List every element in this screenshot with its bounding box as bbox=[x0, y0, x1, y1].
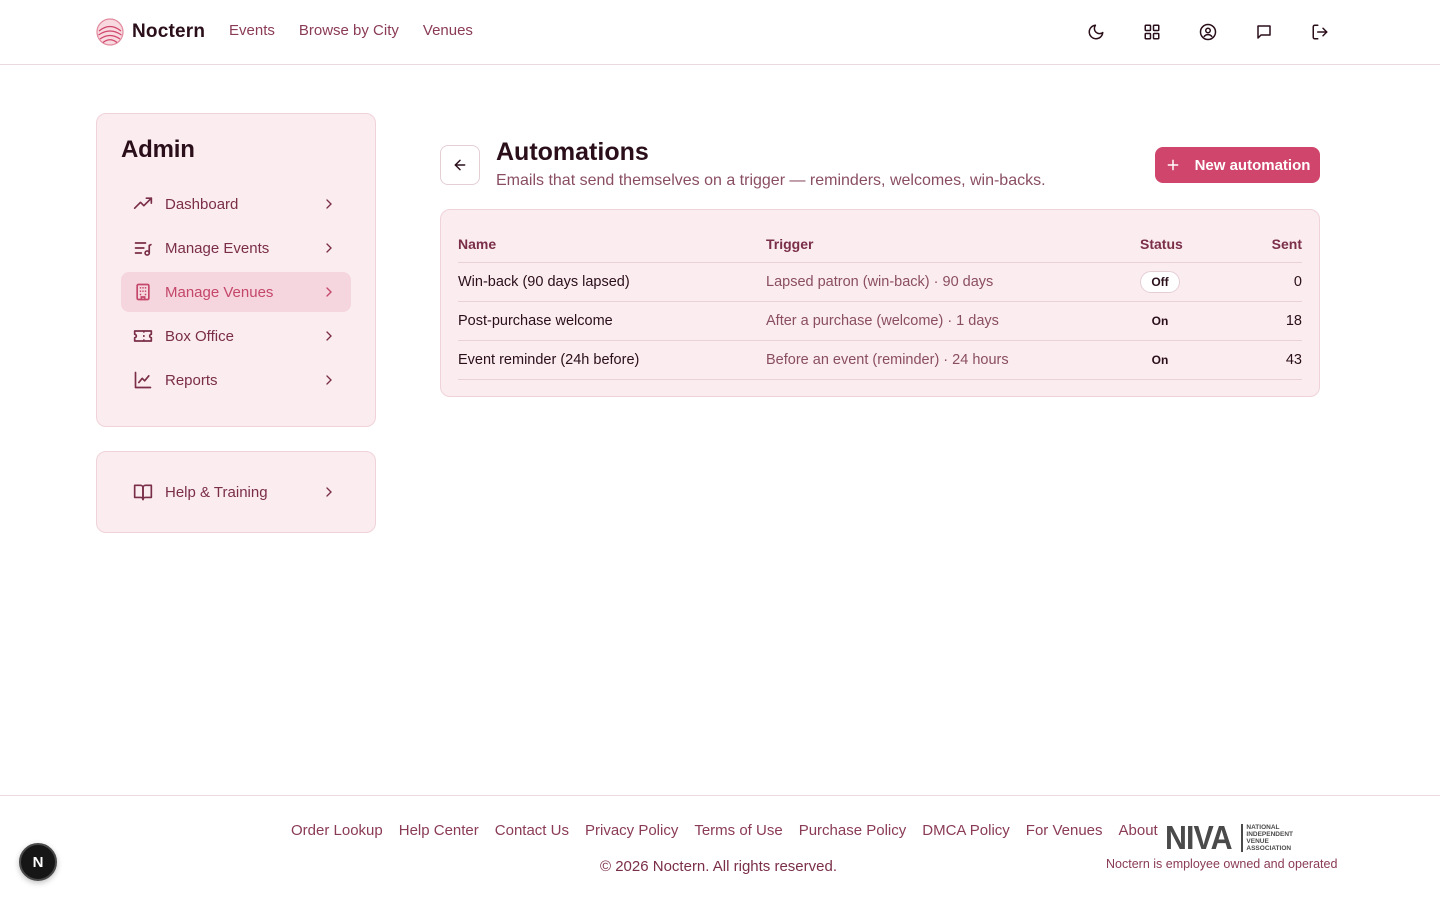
ticket-icon bbox=[133, 330, 153, 342]
help-sidebar: Help & Training bbox=[96, 451, 376, 533]
chevron-right-icon bbox=[326, 287, 332, 297]
niva-logo[interactable]: NIVA NATIONAL INDEPENDENT VENUE ASSOCIAT… bbox=[1165, 819, 1293, 856]
table-header-row: Name Trigger Status Sent bbox=[458, 226, 1302, 263]
chevron-right-icon bbox=[326, 331, 332, 341]
trending-up-icon bbox=[133, 197, 153, 209]
automation-name[interactable]: Win-back (90 days lapsed) bbox=[458, 274, 766, 290]
column-header-status[interactable]: Status bbox=[1140, 236, 1220, 252]
footer-link-purchase-policy[interactable]: Purchase Policy bbox=[799, 822, 907, 839]
copyright: © 2026 Noctern. All rights reserved. bbox=[600, 858, 837, 875]
sidebar-item-label: Box Office bbox=[165, 327, 234, 345]
nav-browse-by-city[interactable]: Browse by City bbox=[299, 22, 399, 39]
footer-link-about[interactable]: About bbox=[1119, 822, 1158, 839]
header-icon-group bbox=[1084, 20, 1332, 44]
automation-name[interactable]: Event reminder (24h before) bbox=[458, 352, 766, 368]
nav-events[interactable]: Events bbox=[229, 22, 275, 39]
building-icon bbox=[136, 283, 150, 301]
footer-link-dmca-policy[interactable]: DMCA Policy bbox=[922, 822, 1010, 839]
niva-logo-text: NATIONAL INDEPENDENT VENUE ASSOCIATION bbox=[1241, 824, 1293, 852]
sidebar-item-manage-events[interactable]: Manage Events bbox=[121, 228, 351, 268]
brand[interactable]: Noctern bbox=[96, 17, 205, 47]
footer-link-contact-us[interactable]: Contact Us bbox=[495, 822, 569, 839]
moon-icon[interactable] bbox=[1084, 20, 1108, 44]
page-title: Automations bbox=[496, 138, 649, 166]
sidebar-item-label: Manage Venues bbox=[165, 283, 274, 301]
fab-label: N bbox=[32, 853, 44, 871]
sidebar-title: Admin bbox=[121, 136, 195, 163]
sent-count: 43 bbox=[1285, 352, 1302, 368]
plus-icon bbox=[1167, 159, 1178, 171]
brand-name: Noctern bbox=[132, 21, 206, 42]
sent-count: 0 bbox=[1293, 274, 1302, 290]
automation-name[interactable]: Post-purchase welcome bbox=[458, 313, 766, 329]
status-badge[interactable]: Off bbox=[1140, 271, 1180, 293]
page-subtitle: Emails that send themselves on a trigger… bbox=[496, 172, 1046, 189]
chevron-right-icon bbox=[326, 487, 332, 497]
footer-link-privacy-policy[interactable]: Privacy Policy bbox=[585, 822, 678, 839]
chart-line-icon bbox=[134, 371, 152, 389]
automation-trigger: After a purchase (welcome) · 1 days bbox=[766, 313, 999, 329]
automations-table: Name Trigger Status Sent Win-back (90 da… bbox=[440, 209, 1320, 397]
table-row[interactable]: Win-back (90 days lapsed) Lapsed patron … bbox=[458, 263, 1302, 302]
footer-links: Order Lookup Help Center Contact Us Priv… bbox=[291, 822, 1158, 839]
automation-trigger: Before an event (reminder) · 24 hours bbox=[766, 352, 1009, 368]
chat-icon[interactable] bbox=[1252, 20, 1276, 44]
status-cell: On bbox=[1140, 349, 1220, 371]
table-row[interactable]: Event reminder (24h before) Before an ev… bbox=[458, 341, 1302, 380]
employee-owned-note: Noctern is employee owned and operated bbox=[1106, 857, 1338, 871]
brand-logo-icon bbox=[96, 18, 124, 46]
main-nav: Events Browse by City Venues bbox=[229, 22, 473, 39]
arrow-left-icon bbox=[454, 159, 466, 171]
site-footer: Order Lookup Help Center Contact Us Priv… bbox=[0, 795, 1440, 900]
logout-icon[interactable] bbox=[1308, 20, 1332, 44]
column-header-sent[interactable]: Sent bbox=[1220, 236, 1302, 252]
sidebar-item-manage-venues[interactable]: Manage Venues bbox=[121, 272, 351, 312]
new-automation-label: New automation bbox=[1194, 156, 1311, 174]
nav-venues[interactable]: Venues bbox=[423, 22, 473, 39]
new-automation-button[interactable]: New automation bbox=[1155, 147, 1320, 183]
status-cell: On bbox=[1140, 310, 1220, 332]
sent-count: 18 bbox=[1285, 313, 1302, 329]
niva-logo-mark: NIVA bbox=[1165, 819, 1233, 856]
chevron-right-icon bbox=[326, 375, 332, 385]
automation-trigger: Lapsed patron (win-back) · 90 days bbox=[766, 274, 994, 290]
floating-n-button[interactable]: N bbox=[19, 843, 57, 881]
sidebar-item-reports[interactable]: Reports bbox=[121, 360, 351, 400]
column-header-name[interactable]: Name bbox=[458, 236, 766, 252]
back-button[interactable] bbox=[440, 145, 480, 185]
footer-link-order-lookup[interactable]: Order Lookup bbox=[291, 822, 383, 839]
chevron-right-icon bbox=[326, 199, 332, 209]
list-music-icon bbox=[134, 242, 152, 256]
status-badge[interactable]: On bbox=[1140, 310, 1180, 332]
sidebar-item-dashboard[interactable]: Dashboard bbox=[121, 184, 351, 224]
grid-icon[interactable] bbox=[1140, 20, 1164, 44]
column-header-trigger[interactable]: Trigger bbox=[766, 236, 1140, 252]
sidebar-item-label: Manage Events bbox=[165, 239, 270, 257]
footer-link-for-venues[interactable]: For Venues bbox=[1026, 822, 1103, 839]
top-header: Noctern Events Browse by City Venues bbox=[0, 0, 1440, 65]
sidebar-item-help-training[interactable]: Help & Training bbox=[121, 470, 351, 514]
admin-sidebar: Admin Dashboard Manage Events Manage Ven… bbox=[96, 113, 376, 427]
footer-link-terms-of-use[interactable]: Terms of Use bbox=[694, 822, 782, 839]
sidebar-item-label: Dashboard bbox=[165, 195, 239, 213]
sidebar-item-label: Reports bbox=[165, 371, 218, 389]
table-row[interactable]: Post-purchase welcome After a purchase (… bbox=[458, 302, 1302, 341]
sidebar-item-box-office[interactable]: Box Office bbox=[121, 316, 351, 356]
book-icon bbox=[133, 484, 153, 501]
status-cell: Off bbox=[1140, 271, 1220, 293]
chevron-right-icon bbox=[326, 243, 332, 253]
account-icon[interactable] bbox=[1196, 20, 1220, 44]
status-badge[interactable]: On bbox=[1140, 349, 1180, 371]
sidebar-item-label: Help & Training bbox=[165, 483, 268, 501]
footer-link-help-center[interactable]: Help Center bbox=[399, 822, 479, 839]
